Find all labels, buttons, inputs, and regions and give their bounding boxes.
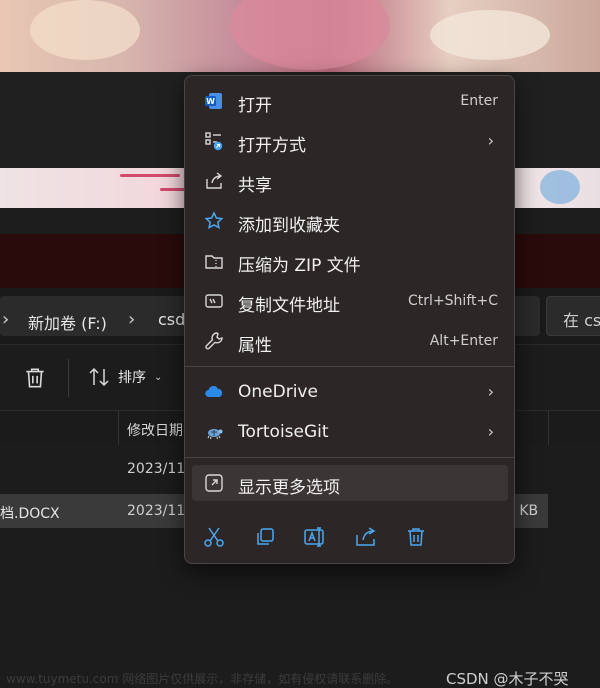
menu-item-tortoisegit[interactable]: TortoiseGit › — [192, 414, 508, 450]
menu-item-shortcut: Alt+Enter — [429, 333, 498, 349]
trash-icon — [26, 368, 44, 388]
sort-label: 排序 — [118, 370, 146, 386]
column-divider[interactable] — [118, 411, 119, 445]
onedrive-icon — [205, 386, 223, 398]
menu-item-label: 压缩为 ZIP 文件 — [238, 256, 361, 276]
copy-path-icon — [205, 294, 223, 308]
menu-item-copy-path[interactable]: 复制文件地址 Ctrl+Shift+C — [192, 283, 508, 319]
column-header-date[interactable]: 修改日期 — [127, 420, 183, 440]
delete-button[interactable] — [22, 365, 48, 391]
search-placeholder: 在 cs — [563, 311, 600, 330]
star-icon — [204, 211, 224, 230]
watermark-left: www.tuymetu.com 网络图片仅供展示，非存储，如有侵权请联系删除。 — [6, 672, 399, 686]
share-button[interactable] — [354, 525, 378, 549]
copy-icon — [257, 528, 274, 545]
menu-item-label: 显示更多选项 — [238, 478, 340, 498]
menu-item-show-more-options[interactable]: 显示更多选项 — [192, 465, 508, 501]
artwork-shape — [430, 10, 550, 60]
chevron-right-icon: › — [128, 309, 136, 330]
zip-folder-icon — [205, 255, 223, 269]
menu-item-shortcut: Enter — [460, 93, 498, 109]
context-menu: W 打开 Enter 打开方式 › 共享 添加到收藏夹 压缩为 ZIP 文件 复… — [184, 75, 515, 564]
menu-item-open-with[interactable]: 打开方式 › — [192, 123, 508, 159]
menu-item-label: TortoiseGit — [238, 422, 329, 442]
menu-item-label: 打开方式 — [238, 136, 306, 156]
artwork-shape — [230, 0, 390, 70]
toolbar-separator — [68, 359, 69, 397]
breadcrumb-drive[interactable]: 新加卷 (F:) — [28, 310, 107, 334]
share-icon — [356, 527, 376, 546]
word-icon: W — [205, 93, 222, 109]
menu-item-properties[interactable]: 属性 Alt+Enter — [192, 323, 508, 359]
wrench-icon — [205, 332, 223, 350]
screen: › 新加卷 (F:) › csd 在 cs 排序 ⌄ 修改日期 2023/11 … — [0, 0, 600, 688]
chevron-down-icon: ⌄ — [154, 371, 163, 383]
menu-item-shortcut: Ctrl+Shift+C — [408, 293, 498, 309]
delete-icon — [408, 528, 424, 546]
menu-item-label: OneDrive — [238, 382, 318, 402]
search-input[interactable]: 在 cs — [546, 296, 600, 336]
chevron-right-icon: › — [487, 131, 494, 150]
watermark-right: CSDN @木子不哭 — [446, 670, 569, 688]
menu-item-label: 复制文件地址 — [238, 296, 340, 316]
sort-button[interactable]: 排序 ⌄ — [88, 367, 162, 387]
menu-separator — [185, 457, 514, 458]
artwork-shape — [540, 170, 580, 204]
menu-item-share[interactable]: 共享 — [192, 163, 508, 199]
chevron-right-icon: › — [487, 422, 494, 441]
background-artwork-top — [0, 0, 600, 72]
show-more-icon — [205, 474, 223, 492]
chevron-right-icon: › — [487, 382, 494, 401]
menu-item-add-favorites[interactable]: 添加到收藏夹 — [192, 203, 508, 239]
copy-button[interactable] — [253, 525, 277, 549]
menu-item-onedrive[interactable]: OneDrive › — [192, 374, 508, 410]
artwork-shape — [120, 174, 180, 177]
sort-icon — [89, 367, 109, 387]
file-name: 档.DOCX — [0, 506, 60, 522]
context-menu-action-bar — [192, 519, 508, 555]
breadcrumb-folder[interactable]: csd — [158, 310, 185, 329]
menu-item-label: 打开 — [238, 96, 272, 116]
menu-separator — [185, 366, 514, 367]
rename-icon — [304, 527, 324, 547]
cut-button[interactable] — [202, 525, 226, 549]
menu-item-open[interactable]: W 打开 Enter — [192, 83, 508, 119]
share-icon — [206, 172, 223, 189]
file-date: 2023/11 — [127, 503, 186, 519]
column-divider[interactable] — [548, 411, 549, 445]
open-with-icon — [205, 132, 223, 151]
rename-button[interactable] — [303, 525, 327, 549]
cut-icon — [204, 527, 224, 547]
tortoisegit-icon — [207, 429, 223, 440]
menu-item-label: 共享 — [238, 176, 272, 196]
menu-item-label: 添加到收藏夹 — [238, 216, 340, 236]
menu-item-compress-zip[interactable]: 压缩为 ZIP 文件 — [192, 243, 508, 279]
chevron-right-icon: › — [2, 309, 10, 330]
delete-button[interactable] — [404, 525, 428, 549]
file-date: 2023/11 — [127, 461, 186, 477]
artwork-shape — [30, 0, 140, 60]
watermark: www.tuymetu.com 网络图片仅供展示，非存储，如有侵权请联系删除。 … — [0, 668, 600, 688]
menu-item-label: 属性 — [238, 336, 272, 356]
svg-text:W: W — [206, 97, 215, 106]
